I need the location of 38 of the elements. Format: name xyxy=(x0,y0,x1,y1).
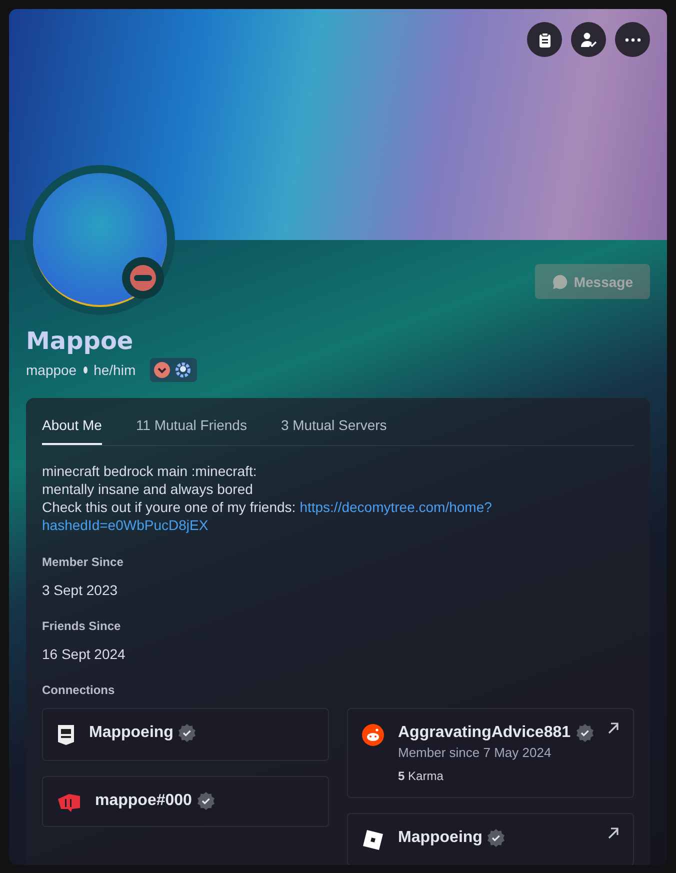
speech-bubble-icon xyxy=(552,274,568,290)
profile-tab[interactable]: 11 Mutual Friends xyxy=(136,398,247,445)
section-value: 3 Sept 2023 xyxy=(42,582,119,598)
bio-line: Check this out if youre one of my friends: xyxy=(42,498,296,516)
display-name: Mappoe xyxy=(26,326,134,356)
external-link-icon[interactable] xyxy=(607,827,619,839)
connection-card[interactable]: mappoe#000 xyxy=(42,776,329,827)
section-heading: Connections xyxy=(42,683,116,697)
more-icon xyxy=(624,38,640,42)
connection-card[interactable]: Mappoeing xyxy=(42,708,329,761)
external-link-icon[interactable] xyxy=(607,722,619,734)
section-heading: Friends Since xyxy=(42,619,122,633)
karma-count: 5 Karma xyxy=(398,769,444,783)
profile-link[interactable]: https://decomytree.com/home? xyxy=(300,498,492,516)
connection-card[interactable]: Mappoeing xyxy=(347,813,634,865)
bio-line: mentally insane and always bored xyxy=(42,480,254,498)
connection-name: Mappoeing xyxy=(398,829,482,847)
bio-line: minecraft bedrock main :minecraft: xyxy=(42,462,258,480)
dot-icon xyxy=(82,366,88,374)
person-check-icon xyxy=(580,32,598,48)
connection-subtitle: Member since 7 May 2024 xyxy=(398,745,552,760)
pronouns: he/him xyxy=(94,362,136,378)
clipboard-icon xyxy=(536,32,552,48)
profile-tab[interactable]: About Me xyxy=(42,398,102,445)
chevron-badge-icon[interactable] xyxy=(154,362,170,378)
username: mappoe xyxy=(26,362,77,378)
profile-tab[interactable]: 3 Mutual Servers xyxy=(280,398,387,445)
tilted-square-logo-icon xyxy=(362,829,384,851)
do-not-disturb-icon xyxy=(121,256,165,300)
section-value: 16 Sept 2024 xyxy=(42,646,126,662)
section-heading: Member Since xyxy=(42,555,124,569)
connection-name: AggravatingAdvice881 xyxy=(398,724,571,742)
connection-card[interactable]: AggravatingAdvice881 Member since 7 May 2024 5 Karma xyxy=(347,708,634,798)
shield-logo-icon xyxy=(57,724,75,746)
alien-logo-icon xyxy=(362,724,384,746)
connection-name: mappoe#000 xyxy=(95,792,192,810)
connection-name: Mappoeing xyxy=(89,724,174,742)
profile-link[interactable]: hashedId=e0WbPucD8jEX xyxy=(42,517,208,533)
